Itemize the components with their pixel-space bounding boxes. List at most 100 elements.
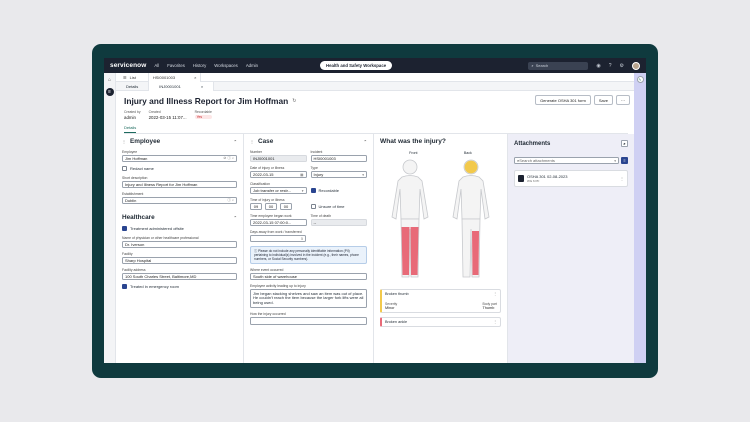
body-back-figure[interactable] [448, 157, 494, 285]
address-field[interactable]: 100 South Charles Street, Baltimore,MD [122, 273, 237, 280]
attachment-search-input[interactable]: ⌕ Search attachments ▾ [514, 157, 619, 164]
bell-icon[interactable]: ◉ [596, 63, 600, 69]
chevron-down-icon: ▾ [301, 188, 304, 193]
seconds-field[interactable]: 00 [280, 203, 292, 210]
front-label: Front [409, 151, 418, 155]
calendar-icon[interactable]: ▦ [300, 173, 303, 177]
recordable-checkbox[interactable]: Recordable [310, 188, 368, 193]
attachments-title: Attachments [514, 140, 551, 147]
case-panel: ⋮ Case ⌃ Number INJ0001001 Incident HSI0… [244, 134, 374, 363]
unsure-label: Unsure of time [318, 204, 345, 209]
pii-info-banner: ⓘ Please do not include any personally i… [250, 246, 367, 264]
employee-field[interactable]: Jim Hoffman ⊘ ⓘ ⌕ [122, 155, 237, 162]
attachment-item[interactable]: OSHA 301 02-08-2023 WG 6 PF ⋮ [514, 170, 628, 187]
number-field: INJ0001001 [250, 155, 307, 162]
number-label: Number [250, 150, 263, 154]
physician-value: Dr. Iverson [125, 242, 145, 247]
minutes-field[interactable]: 00 [265, 203, 277, 210]
redact-checkbox[interactable]: Redact name [122, 166, 237, 171]
establishment-field[interactable]: Dublin ⓘ ⌕ [122, 197, 237, 204]
gear-icon[interactable]: ⚙ [620, 63, 624, 69]
refresh-icon[interactable]: ↻ [292, 98, 296, 104]
days-field[interactable]: 5 [250, 235, 306, 242]
grip-icon[interactable]: ⋮ [250, 139, 254, 144]
facility-field[interactable]: Sharp Hospital [122, 257, 237, 264]
unsure-time-checkbox[interactable]: Unsure of time [310, 204, 368, 209]
injury-card-ankle[interactable]: Broken ankle ⋮ [380, 317, 501, 327]
incident-field[interactable]: HSI0001003 [310, 155, 367, 162]
severity-value: Minor [385, 306, 395, 310]
physician-field[interactable]: Dr. Iverson [122, 241, 237, 248]
record-meta: Created by admin Created 2022-03-15 11:0… [124, 110, 628, 120]
help-icon[interactable]: ? [609, 63, 612, 69]
close-icon[interactable]: × [201, 84, 203, 89]
nav-workspaces[interactable]: Workspaces [214, 63, 238, 68]
before-textarea[interactable]: Jim began stacking shelves and saw an it… [250, 289, 367, 309]
facility-value: Sharp Hospital [125, 258, 152, 263]
front-right-leg-injury [410, 227, 419, 275]
injury-panel: What was the injury? Front Back Broken t… [374, 134, 508, 363]
nav-history[interactable]: History [193, 63, 206, 68]
sub-tabs: Details INJ0001001 × [116, 81, 634, 91]
workspace-title[interactable]: Health and Safety Workspace [320, 61, 393, 70]
generate-osha-button[interactable]: Generate OSHA 301 form [535, 95, 591, 105]
more-icon[interactable]: ⋮ [620, 176, 624, 181]
date-value: 2022-03-15 [253, 172, 274, 177]
body-front-figure[interactable] [387, 157, 433, 285]
checkbox-icon [122, 166, 127, 171]
chevron-up-icon[interactable]: ⌃ [234, 215, 237, 220]
employee-label: Employee [122, 150, 138, 154]
death-label: Time of death [310, 214, 332, 218]
created-label: Created [148, 110, 161, 114]
employee-value: Jim Hoffman [125, 156, 148, 161]
time-fields: 09 00 00 [250, 203, 307, 210]
date-field[interactable]: 2022-03-15 ▦ [250, 171, 307, 178]
where-field[interactable]: South side of warehouse [250, 273, 367, 280]
user-avatar[interactable] [632, 61, 640, 70]
field-actions-icon[interactable]: ⓘ ⌕ [227, 198, 234, 203]
global-search[interactable]: ⌕ Search [528, 61, 589, 70]
short-desc-field[interactable]: Injury and Illness Report for Jim Hoffma… [122, 181, 237, 188]
nav-favorites[interactable]: Favorites [167, 63, 185, 68]
chevron-up-icon[interactable]: ⌃ [364, 139, 367, 144]
attach-search-icon[interactable]: ⌕ [621, 140, 628, 147]
hours-field[interactable]: 09 [250, 203, 262, 210]
injury-card-thumb[interactable]: Broken thumb ⋮ Severity Minor Body part … [380, 289, 501, 313]
search-placeholder: Search [535, 63, 549, 68]
tab-injury-record[interactable]: INJ0001001 × [148, 81, 215, 91]
chevron-up-icon[interactable]: ⌃ [234, 139, 237, 144]
attachment-meta: WG 6 PF [527, 179, 540, 183]
incident-label: Incident [310, 150, 323, 154]
tab-details[interactable]: Details [116, 82, 148, 91]
class-select[interactable]: Job transfer or restr... ▾ [250, 187, 307, 194]
filter-icon[interactable]: ≡ [621, 157, 628, 164]
checkbox-checked-icon [310, 188, 316, 193]
nav-all[interactable]: All [154, 63, 159, 68]
pin-icon[interactable]: ✎ [636, 76, 644, 83]
grip-icon[interactable]: ⋮ [122, 139, 126, 144]
days-value: 5 [301, 236, 303, 241]
more-icon[interactable]: ⋯ [616, 95, 630, 105]
details-tab[interactable]: Details [124, 125, 137, 133]
more-icon[interactable]: ⋮ [493, 320, 497, 324]
type-select[interactable]: Injury ▾ [310, 171, 367, 178]
recordable-label: Recordable [194, 110, 212, 114]
more-icon[interactable]: ⋮ [493, 292, 497, 296]
file-icon [518, 175, 524, 182]
tab-incident[interactable]: HSI0001003 × [147, 72, 202, 82]
home-icon[interactable]: ⌂ [106, 76, 114, 84]
tab-list[interactable]: ☰ List [119, 73, 140, 82]
close-icon[interactable]: × [194, 75, 196, 80]
began-field[interactable]: 2022-03-15 07:00:0... [250, 219, 307, 226]
checkbox-checked-icon [122, 226, 127, 231]
treatment-checkbox[interactable]: Treatment administered offsite [122, 226, 237, 231]
list-icon[interactable]: ≡ [105, 88, 114, 96]
establishment-value: Dublin [125, 198, 137, 203]
nav-admin[interactable]: Admin [246, 63, 258, 68]
field-actions-icon[interactable]: ⊘ ⓘ ⌕ [223, 156, 234, 161]
how-label: How the injury occurred [250, 312, 286, 317]
er-checkbox[interactable]: Treated in emergency room [122, 284, 237, 289]
how-textarea[interactable] [250, 317, 367, 326]
save-button[interactable]: Save [593, 95, 613, 105]
created-by-label: Created by [124, 110, 141, 114]
